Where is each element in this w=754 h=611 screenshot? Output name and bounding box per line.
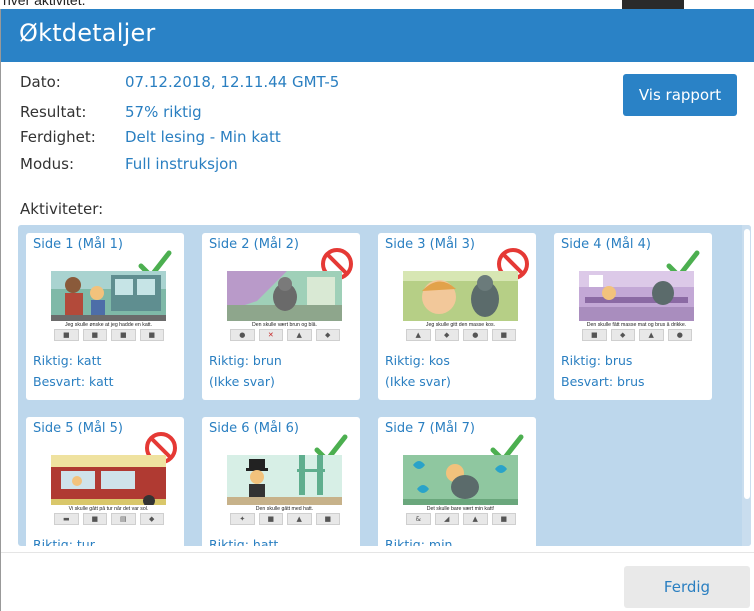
symbol-icon: ▲ [463,513,488,525]
activity-card[interactable]: Side 7 (Mål 7) Det skulle bare vært min … [378,417,536,546]
correct-answer: Riktig: kos [385,353,450,368]
activity-title: Side 6 (Mål 6) [209,421,299,436]
activity-illustration [51,271,166,321]
given-answer: Besvart: brus [561,374,645,389]
activities-scrollbar[interactable] [742,225,751,546]
symbol-strip: ✦ ■ ▲ ■ [230,513,340,525]
correct-answer: Riktig: hatt [209,537,279,546]
activity-illustration [579,271,694,321]
symbol-icon: & [406,513,431,525]
symbol-icon: ■ [82,329,107,341]
symbol-icon: ✦ [230,513,255,525]
activities-label: Aktiviteter: [20,200,104,218]
mode-value: Full instruksjon [125,155,238,173]
activity-title: Side 3 (Mål 3) [385,237,475,252]
symbol-icon: ◆ [610,329,635,341]
activity-illustration [227,455,342,505]
activity-illustration [51,455,166,505]
symbol-icon: ● [463,329,488,341]
symbol-icon: ● [667,329,692,341]
symbol-icon: ■ [491,513,516,525]
activity-card[interactable]: Side 6 (Mål 6) Den skulle gått med hatt.… [202,417,360,546]
given-answer: (Ikke svar) [209,374,275,389]
symbol-icon: ▲ [287,329,312,341]
symbol-strip: & ◢ ▲ ■ [406,513,516,525]
symbol-icon: ✕ [258,329,283,341]
symbol-icon: ■ [139,329,164,341]
activity-illustration [227,271,342,321]
activity-card[interactable]: Side 4 (Mål 4) Den skulle fått masse mat… [554,233,712,400]
correct-answer: Riktig: brun [209,353,282,368]
symbol-icon: ▲ [406,329,431,341]
activities-panel[interactable]: Side 1 (Mål 1) Jeg skulle ønske at jeg h… [18,225,751,546]
session-details-dialog: Øktdetaljer Dato: 07.12.2018, 12.11.44 G… [0,9,754,611]
symbol-icon: ▤ [111,513,136,525]
activity-card[interactable]: Side 3 (Mål 3) Jeg skulle gitt den masse… [378,233,536,400]
activity-caption: Den skulle vært brun og blå. [252,322,317,328]
footer-divider [1,552,754,553]
symbol-icon: ■ [54,329,79,341]
mode-label: Modus: [20,155,75,173]
activity-caption: Jeg skulle ønske at jeg hadde en katt. [64,322,153,328]
skill-label: Ferdighet: [20,128,96,146]
date-label: Dato: [20,73,61,91]
activity-illustration [403,455,518,505]
background-image-fragment [622,0,684,9]
activity-card[interactable]: Side 2 (Mål 2) Den skulle vært brun og b… [202,233,360,400]
dialog-header: Øktdetaljer [1,9,754,62]
done-button[interactable]: Ferdig [624,566,750,608]
activity-title: Side 5 (Mål 5) [33,421,123,436]
symbol-icon: ◆ [315,329,340,341]
symbol-icon: ▲ [287,513,312,525]
activity-caption: Vi skulle gått på tur når det var sol. [68,506,149,512]
activity-card[interactable]: Side 5 (Mål 5) Vi skulle gått på tur når… [26,417,184,546]
symbol-icon: ■ [258,513,283,525]
symbol-icon: ■ [82,513,107,525]
symbol-icon: ◆ [139,513,164,525]
symbol-icon: ◆ [434,329,459,341]
symbol-icon: ■ [111,329,136,341]
background-text: hver aktivitet. [3,0,86,8]
activity-caption: Den skulle fått masse mat og brus å drik… [586,322,687,328]
skill-value: Delt lesing - Min katt [125,128,281,146]
activity-caption: Jeg skulle gitt den masse kos. [425,322,496,328]
correct-answer: Riktig: katt [33,353,102,368]
symbol-strip: ▬ ■ ▤ ◆ [54,513,164,525]
activity-card[interactable]: Side 1 (Mål 1) Jeg skulle ønske at jeg h… [26,233,184,400]
result-label: Resultat: [20,103,87,121]
correct-answer: Riktig: min [385,537,453,546]
dialog-title: Øktdetaljer [19,19,156,47]
symbol-icon: ◢ [434,513,459,525]
view-report-button[interactable]: Vis rapport [623,74,737,116]
symbol-strip: ● ✕ ▲ ◆ [230,329,340,341]
symbol-strip: ■ ■ ■ ■ [54,329,164,341]
given-answer: (Ikke svar) [385,374,451,389]
correct-answer: Riktig: tur [33,537,95,546]
correct-answer: Riktig: brus [561,353,633,368]
symbol-strip: ■ ◆ ▲ ● [582,329,692,341]
symbol-icon: ■ [491,329,516,341]
background-window: hver aktivitet. [0,0,754,9]
symbol-strip: ▲ ◆ ● ■ [406,329,516,341]
symbol-icon: ■ [582,329,607,341]
symbol-icon: ● [230,329,255,341]
scrollbar-thumb[interactable] [744,229,750,499]
activity-title: Side 4 (Mål 4) [561,237,651,252]
activity-caption: Det skulle bare vært min katt! [426,506,495,512]
activity-title: Side 2 (Mål 2) [209,237,299,252]
activity-title: Side 1 (Mål 1) [33,237,123,252]
symbol-icon: ▲ [639,329,664,341]
activity-illustration [403,271,518,321]
given-answer: Besvart: katt [33,374,114,389]
symbol-icon: ■ [315,513,340,525]
date-value: 07.12.2018, 12.11.44 GMT-5 [125,73,340,91]
activity-caption: Den skulle gått med hatt. [255,506,314,512]
symbol-icon: ▬ [54,513,79,525]
result-value: 57% riktig [125,103,202,121]
activity-title: Side 7 (Mål 7) [385,421,475,436]
